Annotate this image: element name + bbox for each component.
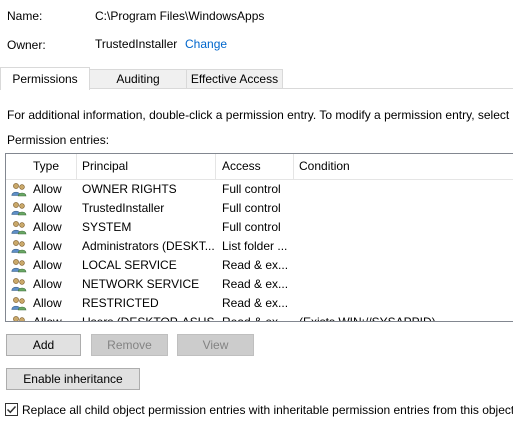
remove-button[interactable]: Remove — [91, 334, 168, 356]
users-icon — [11, 296, 27, 311]
tab-auditing[interactable]: Auditing — [89, 69, 187, 88]
permission-entries-list[interactable]: Type Principal Access Condition Allow OW… — [5, 153, 513, 322]
users-icon — [11, 220, 27, 235]
table-row[interactable]: Allow TrustedInstaller Full control — [6, 199, 513, 218]
row-access: Read & ex... — [222, 296, 289, 310]
advanced-security-settings: Name: C:\Program Files\WindowsApps Owner… — [0, 0, 513, 425]
table-row[interactable]: Allow RESTRICTED Read & ex... — [6, 294, 513, 313]
row-type: Allow — [33, 220, 62, 234]
table-row[interactable]: Allow SYSTEM Full control — [6, 218, 513, 237]
checkmark-icon — [6, 405, 17, 414]
row-type: Allow — [33, 296, 62, 310]
row-access: Read & ex... — [222, 258, 289, 272]
table-row[interactable]: Allow NETWORK SERVICE Read & ex... — [6, 275, 513, 294]
name-value: C:\Program Files\WindowsApps — [95, 9, 265, 23]
users-icon — [11, 315, 27, 321]
users-icon — [11, 182, 27, 197]
row-type: Allow — [33, 239, 62, 253]
tab-effective-access[interactable]: Effective Access — [186, 69, 283, 88]
column-separator[interactable] — [293, 154, 294, 179]
replace-child-permissions-checkbox[interactable] — [5, 403, 18, 416]
row-principal: OWNER RIGHTS — [82, 182, 177, 196]
change-owner-link[interactable]: Change — [185, 37, 227, 51]
tab-permissions[interactable]: Permissions — [0, 67, 90, 90]
row-access: Full control — [222, 201, 281, 215]
row-principal: NETWORK SERVICE — [82, 277, 200, 291]
view-button[interactable]: View — [177, 334, 254, 356]
table-row[interactable]: Allow Users (DESKTOP-ASUS... Read & ex..… — [6, 313, 513, 322]
instructions-text: For additional information, double-click… — [7, 108, 510, 122]
users-icon — [11, 258, 27, 273]
row-condition — [299, 294, 513, 313]
row-condition — [299, 218, 513, 237]
row-type: Allow — [33, 277, 62, 291]
row-principal: SYSTEM — [82, 220, 132, 234]
row-principal: Administrators (DESKT... — [82, 239, 214, 253]
row-type: Allow — [33, 258, 62, 272]
row-condition — [299, 237, 513, 256]
row-condition — [299, 199, 513, 218]
replace-child-permissions-label[interactable]: Replace all child object permission entr… — [22, 403, 513, 417]
owner-value: TrustedInstaller — [95, 37, 178, 51]
add-button[interactable]: Add — [6, 334, 81, 356]
row-access: Full control — [222, 220, 281, 234]
row-access: Full control — [222, 182, 281, 196]
users-icon — [11, 277, 27, 292]
row-principal: RESTRICTED — [82, 296, 159, 310]
users-icon — [11, 201, 27, 216]
row-type: Allow — [33, 182, 62, 196]
table-row[interactable]: Allow Administrators (DESKT... List fold… — [6, 237, 513, 256]
row-access: Read & ex... — [222, 277, 289, 291]
owner-label: Owner: — [7, 38, 46, 52]
row-principal: TrustedInstaller — [82, 201, 165, 215]
name-label: Name: — [7, 9, 43, 23]
column-header-principal[interactable]: Principal — [78, 154, 128, 179]
row-type: Allow — [33, 201, 62, 215]
list-header: Type Principal Access Condition — [6, 154, 513, 180]
row-condition — [299, 180, 513, 199]
users-icon — [11, 239, 27, 254]
table-row[interactable]: Allow OWNER RIGHTS Full control — [6, 180, 513, 199]
column-header-access[interactable]: Access — [218, 154, 261, 179]
column-header-condition[interactable]: Condition — [295, 154, 350, 179]
row-access: Read & ex... — [222, 315, 289, 322]
row-condition — [299, 256, 513, 275]
row-condition — [299, 275, 513, 294]
enable-inheritance-button[interactable]: Enable inheritance — [6, 368, 140, 390]
row-condition: (Exists WIN://SYSAPPID) — [299, 315, 436, 322]
table-row[interactable]: Allow LOCAL SERVICE Read & ex... — [6, 256, 513, 275]
permission-entries-label: Permission entries: — [7, 133, 110, 147]
column-separator[interactable] — [215, 154, 216, 179]
row-type: Allow — [33, 315, 62, 322]
row-principal: Users (DESKTOP-ASUS... — [82, 315, 214, 322]
row-access: List folder ... — [222, 239, 288, 253]
column-separator[interactable] — [76, 154, 77, 179]
row-principal: LOCAL SERVICE — [82, 258, 177, 272]
column-header-type[interactable]: Type — [29, 154, 59, 179]
